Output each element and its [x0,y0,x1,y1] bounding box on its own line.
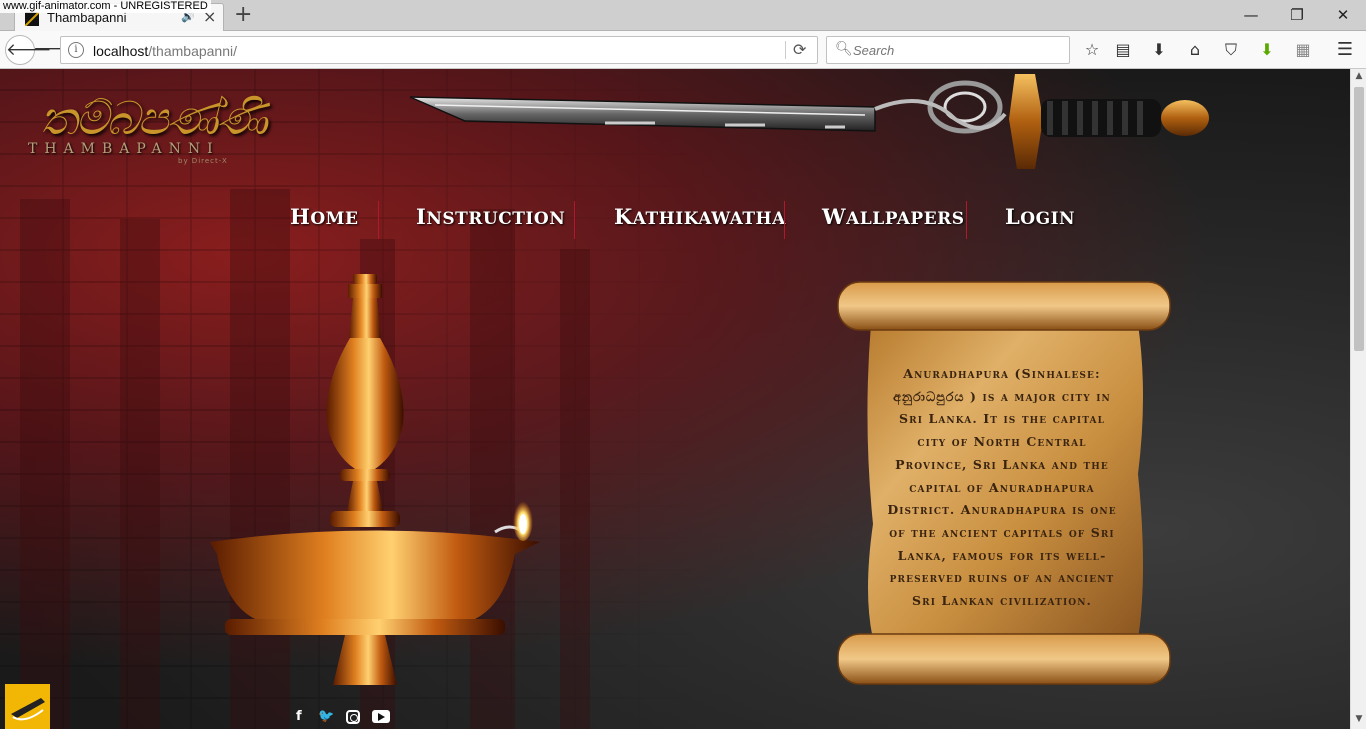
back-button[interactable]: 🡐 [5,35,52,65]
browser-tab-bar: www.gif-animator.com - UNREGISTERED Tham… [0,0,1366,31]
addon-info-icon[interactable]: ▦ [1292,39,1314,61]
menu-item-kathikawatha[interactable]: KATHIKAWATHA [614,201,786,241]
menu-label: OME [310,209,359,229]
menu-divider [966,201,967,239]
menu-divider [574,201,575,239]
menu-item-instruction[interactable]: INSTRUCTION [416,201,565,241]
pocket-icon[interactable]: ⛉ [1220,39,1242,61]
forward-button[interactable]: 🡒 [33,35,79,65]
oil-lamp-image [210,274,540,685]
search-input[interactable] [853,41,1063,59]
logo-text: THAMBAPANNI [28,141,220,157]
menu-item-home[interactable]: HOME [290,201,358,241]
sword-image [409,74,1209,169]
search-icon: 🔍︎ [835,41,853,57]
new-tab-button[interactable]: + [234,2,252,28]
menu-divider [378,201,379,239]
logo-script: තම්බපණ්ණි [40,91,268,145]
page-scrollbar[interactable]: ▲ ▼ [1350,69,1366,729]
info-icon[interactable]: i [68,42,84,58]
instagram-icon[interactable] [346,710,360,724]
reload-icon[interactable]: ⟳ [793,40,806,59]
url-bar[interactable]: i localhost/thambapanni/ ⟳ [60,36,818,64]
site-favicon-icon [25,12,39,26]
reading-list-icon[interactable]: ▤ [1112,39,1134,61]
menu-cap: H [290,204,311,229]
menu-cap: W [822,204,847,229]
scroll-down-arrow-icon[interactable]: ▼ [1351,714,1366,728]
menu-label: ALLPAPERS [846,209,965,229]
menu-cap: K [614,204,633,229]
minimize-button[interactable]: — [1228,0,1274,30]
home-icon[interactable]: ⌂ [1184,39,1206,61]
menu-label: NSTRUCTION [426,209,566,229]
search-box[interactable]: 🔍︎ [826,36,1070,64]
corner-badge-button[interactable] [5,684,50,729]
menu-item-wallpapers[interactable]: WALLPAPERS [822,201,965,241]
close-window-button[interactable]: ✕ [1320,0,1366,30]
scrollbar-thumb[interactable] [1354,87,1364,351]
menu-cap: I [416,204,427,229]
twitter-icon[interactable]: 🐦 [318,709,334,724]
menu-label: OGIN [1020,209,1076,229]
site-logo[interactable]: තම්බපණ්ණි THAMBAPANNI by Direct-X [20,91,268,171]
url-path: /thambapanni/ [148,43,237,59]
watermark: www.gif-animator.com - UNREGISTERED [0,0,211,13]
url-text[interactable]: localhost/thambapanni/ [93,43,237,59]
url-divider [785,41,786,59]
youtube-icon[interactable] [372,710,390,723]
addon-download-icon[interactable]: ⬇ [1256,39,1278,61]
star-icon[interactable]: ☆ [1081,39,1103,61]
menu-cap: L [1005,204,1021,229]
scroll-up-arrow-icon[interactable]: ▲ [1351,71,1366,85]
menu-item-login[interactable]: LOGIN [1005,201,1075,241]
scroll-description: Anuradhapura (Sinhalese: අනුරාධපුරය ) is… [887,366,1117,609]
menu-label: ATHIKAWATHA [632,209,786,229]
hamburger-menu-icon[interactable]: ☰ [1334,39,1356,61]
url-host: localhost [93,43,149,59]
logo-sub: by Direct-X [178,157,228,165]
menu-divider [784,201,785,239]
page-viewport: තම්බපණ්ණි THAMBAPANNI by Direct-X HOME I… [0,69,1350,729]
feather-pen-icon [11,698,45,721]
restore-button[interactable]: ❐ [1274,0,1320,30]
browser-nav-bar: 🡐 🡒 i localhost/thambapanni/ ⟳ 🔍︎ ☆ ▤ ⬇ … [0,31,1366,69]
download-icon[interactable]: ⬇ [1148,39,1170,61]
facebook-icon[interactable]: f [296,709,302,724]
